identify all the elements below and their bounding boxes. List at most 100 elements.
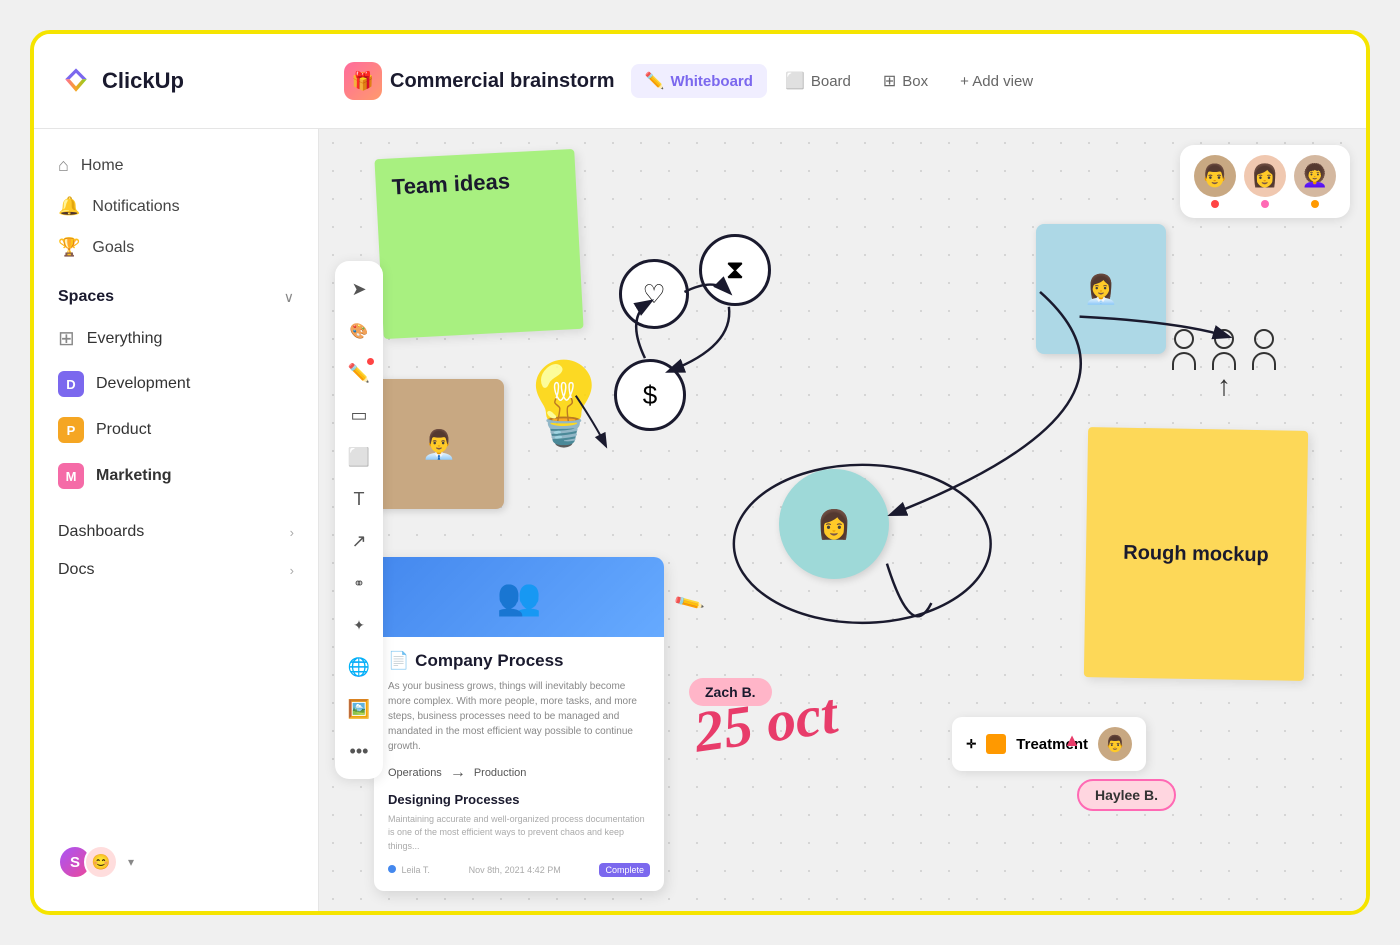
sidebar-label-development: Development: [96, 375, 190, 393]
sidebar-item-marketing[interactable]: M Marketing: [34, 453, 318, 499]
zach-label: Zach B.: [705, 684, 756, 700]
cursor-tool[interactable]: ➤: [341, 271, 377, 307]
shapes-tool[interactable]: 🎨: [341, 313, 377, 349]
sidebar-item-docs[interactable]: Docs ›: [34, 551, 318, 589]
app-frame: ClickUp 🎁 Commercial brainstorm ✏️ White…: [30, 30, 1370, 915]
doc-footer-date: Nov 8th, 2021 4:42 PM: [469, 865, 561, 875]
collab-avatar-2: 👩: [1244, 155, 1286, 208]
treatment-color-icon: [986, 734, 1006, 754]
whiteboard-tab-icon: ✏️: [645, 71, 665, 91]
sidebar: ⌂ Home 🔔 Notifications 🏆 Goals Spaces ∨ …: [34, 129, 319, 911]
person-body-3: [1252, 352, 1276, 370]
heart-circle: ♡: [619, 259, 689, 329]
person-head-1: [1174, 329, 1194, 349]
doc-card-title: 📄 Company Process: [388, 651, 650, 671]
photo-man-img: 👨‍💼: [374, 379, 504, 509]
add-view-button[interactable]: + Add view: [946, 66, 1047, 97]
treatment-card[interactable]: ✛ Treatment 👨: [952, 717, 1146, 771]
globe-tool[interactable]: 🌐: [341, 649, 377, 685]
photo-woman-top-img: 👩‍💼: [1036, 224, 1166, 354]
spaces-section-header[interactable]: Spaces ∨: [34, 278, 318, 316]
space-icon: 🎁: [344, 62, 382, 100]
rect-tool[interactable]: ▭: [341, 397, 377, 433]
doc-card-header-illustration: 👥: [497, 576, 542, 618]
zach-badge: Zach B.: [689, 678, 772, 706]
sidebar-label-product: Product: [96, 421, 151, 439]
board-tab-icon: ⬜: [785, 71, 805, 91]
sticky-tool[interactable]: ⬜: [341, 439, 377, 475]
sidebar-label-marketing: Marketing: [96, 467, 172, 485]
top-nav: 🎁 Commercial brainstorm ✏️ Whiteboard ⬜ …: [344, 62, 1342, 100]
product-badge: P: [58, 417, 84, 443]
dollar-circle: $: [614, 359, 686, 431]
box-tab-icon: ⊞: [883, 71, 896, 91]
sidebar-item-home[interactable]: ⌂ Home: [34, 145, 318, 186]
clickup-logo-icon: [58, 63, 94, 99]
avatar-img-1: 👨: [1194, 155, 1236, 197]
doc-card-flow: Operations → Production: [388, 764, 650, 782]
doc-card-footer: Leila T. Nov 8th, 2021 4:42 PM Complete: [388, 863, 650, 877]
sidebar-item-notifications[interactable]: 🔔 Notifications: [34, 186, 318, 227]
add-view-label: + Add view: [960, 73, 1033, 90]
doc-icon: 📄: [388, 651, 409, 671]
person-body-2: [1212, 352, 1236, 370]
trophy-icon: 🏆: [58, 237, 80, 258]
connect-nodes-tool[interactable]: ⚭: [341, 565, 377, 601]
sidebar-label-everything: Everything: [87, 330, 163, 348]
app-name: ClickUp: [102, 68, 184, 94]
cursor-element: ▲: [1063, 730, 1081, 751]
document-card[interactable]: 👥 📄 Company Process As your business gro…: [374, 557, 664, 892]
spaces-title: Spaces: [58, 288, 114, 306]
sidebar-item-product[interactable]: P Product: [34, 407, 318, 453]
people-row: [1172, 329, 1276, 370]
doc-card-description: As your business grows, things will inev…: [388, 679, 650, 754]
avatar-user2: 😊: [84, 845, 118, 879]
photo-woman-center: 👩: [779, 469, 889, 579]
sticky-note-yellow[interactable]: Rough mockup: [1084, 427, 1308, 681]
ai-tool[interactable]: ✦: [341, 607, 377, 643]
user-menu-arrow[interactable]: ▾: [128, 855, 134, 869]
dashboards-chevron-icon: ›: [290, 525, 294, 540]
haylee-label: Haylee B.: [1095, 787, 1158, 803]
marketing-badge: M: [58, 463, 84, 489]
arrow-up-icon: ↑: [1217, 370, 1231, 402]
sidebar-item-dashboards[interactable]: Dashboards ›: [34, 513, 318, 551]
tab-box[interactable]: ⊞ Box: [869, 64, 942, 98]
person-head-3: [1254, 329, 1274, 349]
collab-avatar-3: 👩‍🦱: [1294, 155, 1336, 208]
logo-area: ClickUp: [58, 63, 328, 99]
more-tool[interactable]: •••: [341, 733, 377, 769]
collab-avatars: 👨 👩 👩‍🦱: [1180, 145, 1350, 218]
photo-woman-center-img: 👩: [779, 469, 889, 579]
doc-section-title: Designing Processes: [388, 792, 650, 807]
person-head-2: [1214, 329, 1234, 349]
avatar-img-2: 👩: [1244, 155, 1286, 197]
connector-tool[interactable]: ↗: [341, 523, 377, 559]
sidebar-item-goals[interactable]: 🏆 Goals: [34, 227, 318, 268]
doc-footer-author: Leila T.: [388, 865, 430, 875]
sidebar-item-everything[interactable]: ⊞ Everything: [34, 316, 318, 361]
tab-whiteboard[interactable]: ✏️ Whiteboard: [631, 64, 767, 98]
chevron-down-icon: ∨: [284, 289, 294, 306]
avatar-dot-3: [1311, 200, 1319, 208]
haylee-badge: Haylee B.: [1077, 779, 1176, 811]
whiteboard-toolbar: ➤ 🎨 ✏️ ▭ ⬜ T ↗ ⚭ ✦ 🌐 🖼️ •••: [335, 261, 383, 779]
image-tool[interactable]: 🖼️: [341, 691, 377, 727]
top-bar: ClickUp 🎁 Commercial brainstorm ✏️ White…: [34, 34, 1366, 129]
doc-sub-text: Maintaining accurate and well-organized …: [388, 813, 650, 854]
lightbulb-drawing: 💡: [514, 364, 614, 444]
tab-board[interactable]: ⬜ Board: [771, 64, 865, 98]
collab-avatar-1: 👨: [1194, 155, 1236, 208]
dashboards-label: Dashboards: [58, 523, 144, 541]
person-icon-2: [1212, 329, 1236, 370]
whiteboard-canvas[interactable]: ➤ 🎨 ✏️ ▭ ⬜ T ↗ ⚭ ✦ 🌐 🖼️ ••• 👨: [319, 129, 1366, 911]
user-avatars: S 😊: [58, 845, 118, 879]
person-body-1: [1172, 352, 1196, 370]
text-tool[interactable]: T: [341, 481, 377, 517]
sidebar-item-development[interactable]: D Development: [34, 361, 318, 407]
development-badge: D: [58, 371, 84, 397]
sidebar-label-notifications: Notifications: [92, 198, 179, 216]
pen-tool[interactable]: ✏️: [341, 355, 377, 391]
sticky-note-green[interactable]: Team ideas: [374, 149, 583, 339]
whiteboard-tab-label: Whiteboard: [670, 73, 753, 90]
